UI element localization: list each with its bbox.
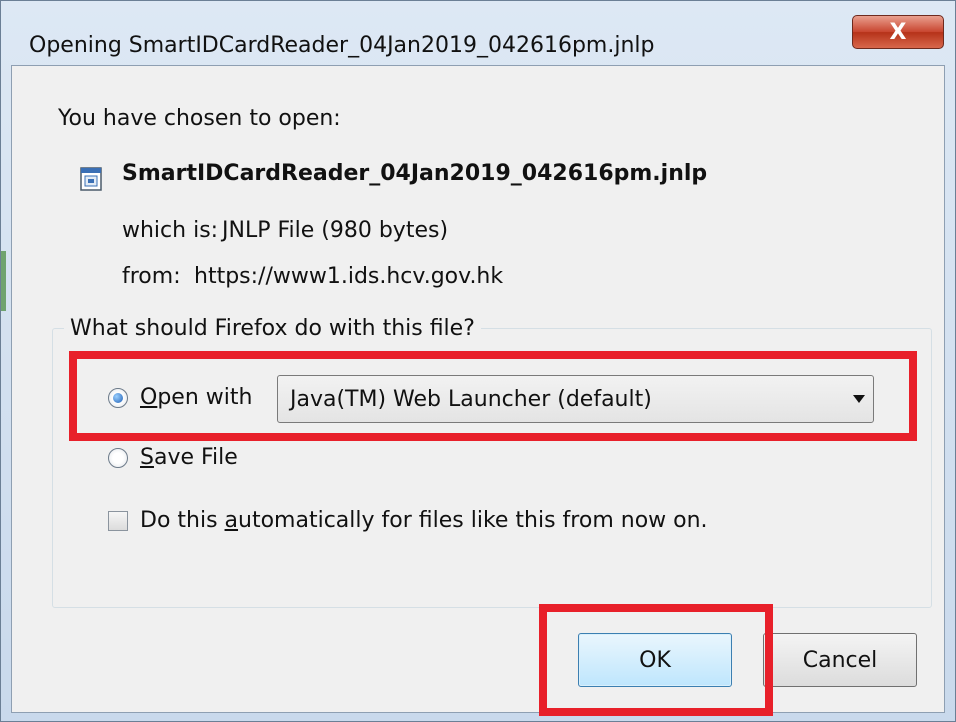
cancel-button[interactable]: Cancel — [763, 633, 917, 687]
ok-button-highlight — [539, 604, 773, 716]
title-bar[interactable]: Opening SmartIDCardReader_04Jan2019_0426… — [1, 1, 955, 61]
intro-text: You have chosen to open: — [58, 106, 341, 131]
dialog-window: Opening SmartIDCardReader_04Jan2019_0426… — [0, 0, 956, 722]
close-button[interactable]: X — [852, 15, 944, 49]
auto-action-label-post: utomatically for files like this from no… — [238, 508, 708, 533]
file-name: SmartIDCardReader_04Jan2019_042616pm.jnl… — [122, 161, 708, 186]
which-is-label: which is: — [122, 218, 219, 243]
action-group-legend: What should Firefox do with this file? — [64, 316, 481, 341]
auto-action-access-key: a — [224, 508, 239, 533]
save-file-label-text: ave File — [153, 445, 238, 470]
auto-action-checkbox[interactable] — [108, 511, 128, 531]
open-with-highlight — [69, 351, 917, 441]
auto-action-label-pre: Do this — [140, 508, 225, 533]
window-title: Opening SmartIDCardReader_04Jan2019_0426… — [29, 33, 655, 58]
save-file-radio[interactable] — [108, 448, 128, 468]
close-icon: X — [889, 19, 907, 45]
jnlp-file-icon — [80, 167, 102, 191]
save-file-label[interactable]: Save File — [140, 445, 238, 470]
save-file-access-key: S — [140, 445, 154, 470]
file-type-value: JNLP File (980 bytes) — [222, 218, 449, 243]
auto-action-label[interactable]: Do this automatically for files like thi… — [140, 508, 708, 533]
cancel-button-label: Cancel — [802, 647, 878, 673]
background-window-edge — [1, 251, 6, 311]
source-url: https://www1.ids.hcv.gov.hk — [194, 264, 504, 289]
from-label: from: — [122, 264, 181, 289]
